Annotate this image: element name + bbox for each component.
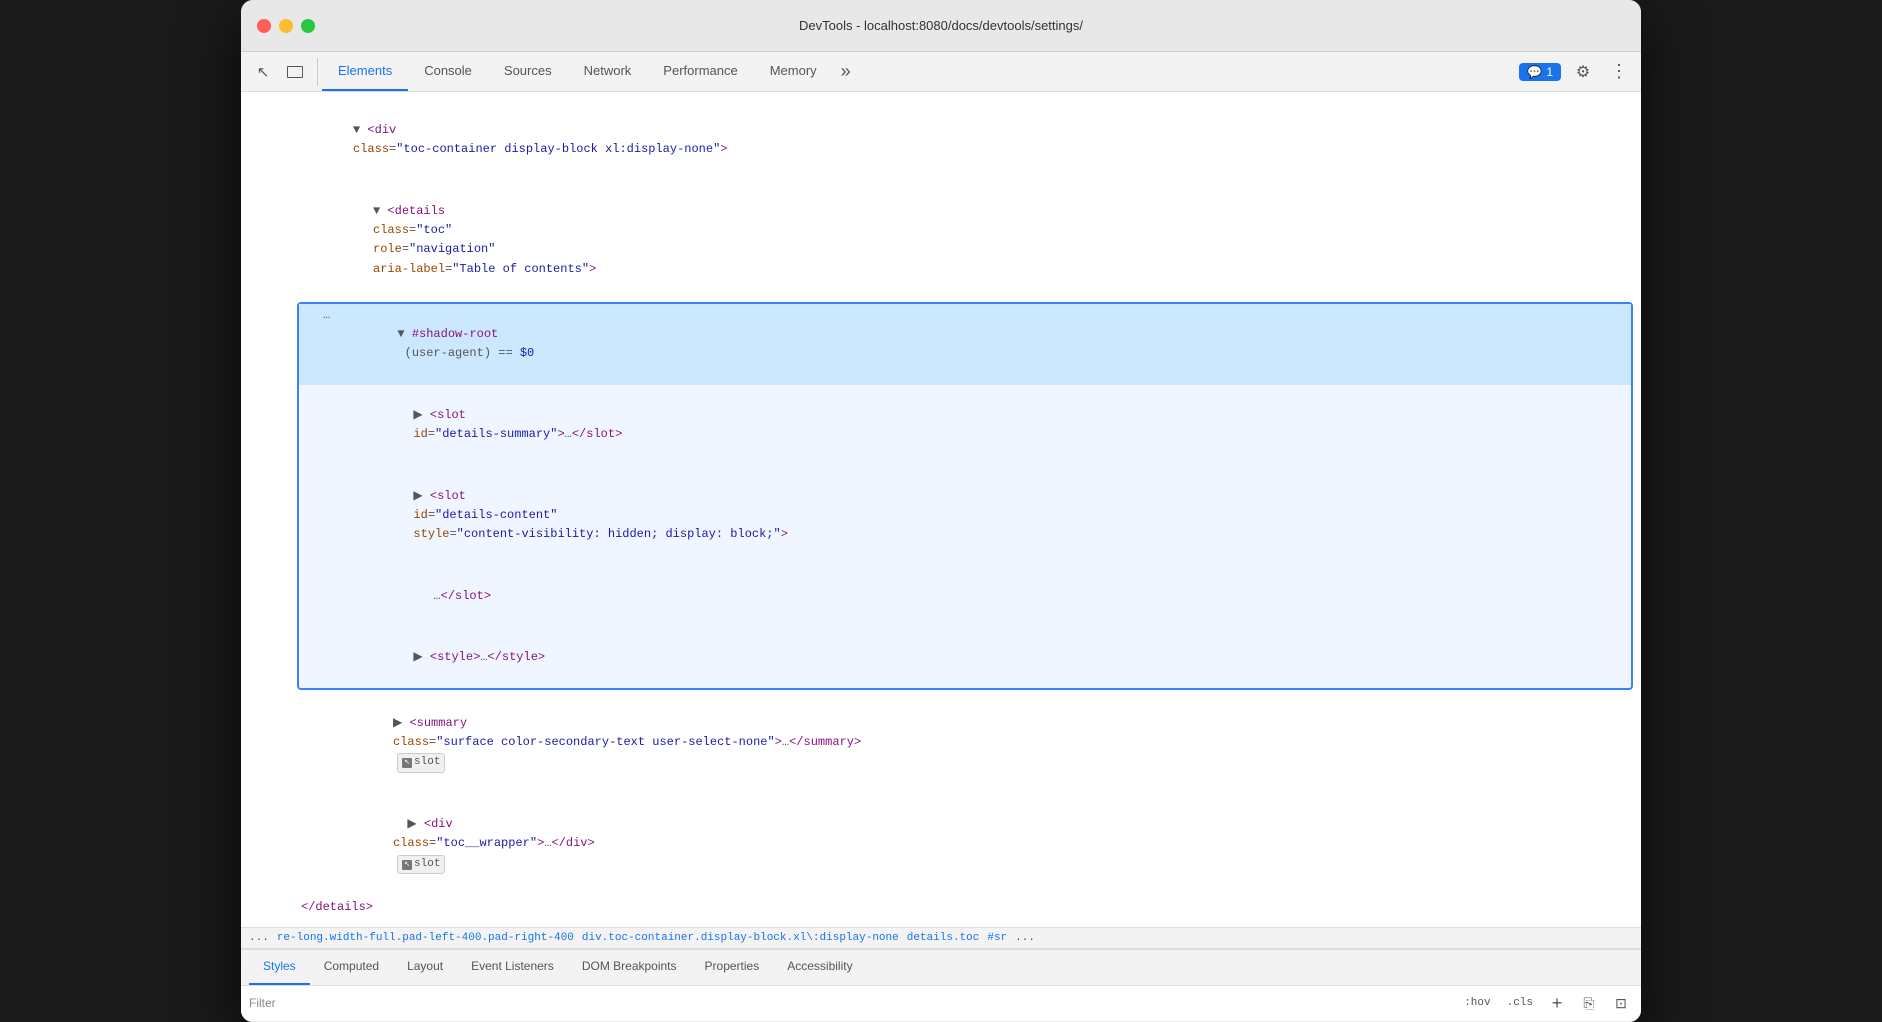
main-tabs: Elements Console Sources Network Perform… <box>322 52 1519 91</box>
tab-elements[interactable]: Elements <box>322 52 408 91</box>
shadow-style[interactable]: ▶ <style>…</style> <box>299 627 1631 689</box>
filter-bar: Filter :hov .cls + ⎘ ⊡ <box>241 986 1641 1022</box>
shadow-slot-2-close: …</slot> <box>299 565 1631 627</box>
bottom-panel: Styles Computed Layout Event Listeners D… <box>241 949 1641 1022</box>
shadow-root-header[interactable]: … ▼ #shadow-root (user-agent) == $0 <box>299 304 1631 385</box>
dom-wrapper-line[interactable]: ▶ <div class="toc__wrapper">…</div> ↖ sl… <box>241 794 1641 896</box>
tab-event-listeners[interactable]: Event Listeners <box>457 950 568 985</box>
tab-console[interactable]: Console <box>408 52 488 91</box>
more-tabs-button[interactable]: » <box>833 52 859 91</box>
slot-badge-1: ↖ slot <box>397 753 445 773</box>
copy-style-button[interactable]: ⎘ <box>1577 991 1601 1015</box>
tab-network[interactable]: Network <box>568 52 648 91</box>
device-icon <box>287 66 303 78</box>
main-content: ▼ <div class="toc-container display-bloc… <box>241 92 1641 1022</box>
comment-icon: 💬 <box>1527 65 1542 79</box>
tab-performance[interactable]: Performance <box>647 52 753 91</box>
sidebar-icon: ⊡ <box>1615 995 1627 1012</box>
toolbar-icons: ↖ <box>249 58 318 86</box>
tab-memory[interactable]: Memory <box>754 52 833 91</box>
more-icon: ⋮ <box>1610 61 1628 82</box>
filter-input[interactable] <box>284 996 1461 1010</box>
inspect-element-button[interactable]: ↖ <box>249 58 277 86</box>
dom-line-1[interactable]: ▼ <div class="toc-container display-bloc… <box>241 100 1641 181</box>
title-bar: DevTools - localhost:8080/docs/devtools/… <box>241 0 1641 52</box>
bottom-tabs: Styles Computed Layout Event Listeners D… <box>241 950 1641 986</box>
triangle-icon: ▼ <box>353 123 367 137</box>
tab-properties[interactable]: Properties <box>691 950 774 985</box>
shadow-root-box: … ▼ #shadow-root (user-agent) == $0 ▶ <s… <box>297 302 1633 691</box>
breadcrumb-ellipsis[interactable]: ... <box>249 932 269 944</box>
breadcrumb-ellipsis-end: ... <box>1015 932 1035 944</box>
window-title: DevTools - localhost:8080/docs/devtools/… <box>799 18 1083 33</box>
chevron-right-icon: » <box>841 61 851 82</box>
gear-icon: ⚙ <box>1576 62 1590 82</box>
comment-badge[interactable]: 💬 1 <box>1519 63 1561 81</box>
breadcrumb-item-1[interactable]: re-long.width-full.pad-left-400.pad-righ… <box>277 932 574 944</box>
dom-tree: ▼ <div class="toc-container display-bloc… <box>241 92 1641 927</box>
devtools-toolbar: ↖ Elements Console Sources Network Perfo… <box>241 52 1641 92</box>
devtools-window: DevTools - localhost:8080/docs/devtools/… <box>241 0 1641 1022</box>
toolbar-right: 💬 1 ⚙ ⋮ <box>1519 58 1633 86</box>
tab-layout[interactable]: Layout <box>393 950 457 985</box>
dom-summary-line[interactable]: ▶ <summary class="surface color-secondar… <box>241 692 1641 794</box>
plus-icon: + <box>1552 993 1563 1014</box>
new-style-rule-button[interactable]: + <box>1545 991 1569 1015</box>
copy-icon: ⎘ <box>1583 995 1594 1012</box>
tab-sources[interactable]: Sources <box>488 52 568 91</box>
filter-label: Filter <box>249 996 276 1010</box>
tab-computed[interactable]: Computed <box>310 950 393 985</box>
tab-dom-breakpoints[interactable]: DOM Breakpoints <box>568 950 691 985</box>
settings-button[interactable]: ⚙ <box>1569 58 1597 86</box>
breadcrumb-item-4[interactable]: #sr <box>987 932 1007 944</box>
breadcrumb-bar: ... re-long.width-full.pad-left-400.pad-… <box>241 927 1641 949</box>
slot-badge-2: ↖ slot <box>397 855 445 875</box>
more-options-button[interactable]: ⋮ <box>1605 58 1633 86</box>
toggle-class-button[interactable]: .cls <box>1503 995 1537 1011</box>
dom-line-2[interactable]: ▼ <details class="toc" role="navigation"… <box>241 181 1641 300</box>
dom-details-close: </details> <box>241 896 1641 919</box>
breadcrumb-item-2[interactable]: div.toc-container.display-block.xl\:disp… <box>582 932 899 944</box>
tab-styles[interactable]: Styles <box>249 950 310 985</box>
traffic-lights <box>257 19 315 33</box>
breadcrumb-item-3[interactable]: details.toc <box>907 932 980 944</box>
minimize-button[interactable] <box>279 19 293 33</box>
device-toolbar-button[interactable] <box>281 58 309 86</box>
maximize-button[interactable] <box>301 19 315 33</box>
shadow-slot-1[interactable]: ▶ <slot id="details-summary">…</slot> <box>299 385 1631 466</box>
cursor-icon: ↖ <box>257 63 270 81</box>
toggle-sidebar-button[interactable]: ⊡ <box>1609 991 1633 1015</box>
close-button[interactable] <box>257 19 271 33</box>
filter-actions: :hov .cls + ⎘ ⊡ <box>1460 991 1633 1015</box>
shadow-slot-2[interactable]: ▶ <slot id="details-content" style="cont… <box>299 465 1631 565</box>
tab-accessibility[interactable]: Accessibility <box>773 950 866 985</box>
toggle-element-state-button[interactable]: :hov <box>1460 995 1494 1011</box>
